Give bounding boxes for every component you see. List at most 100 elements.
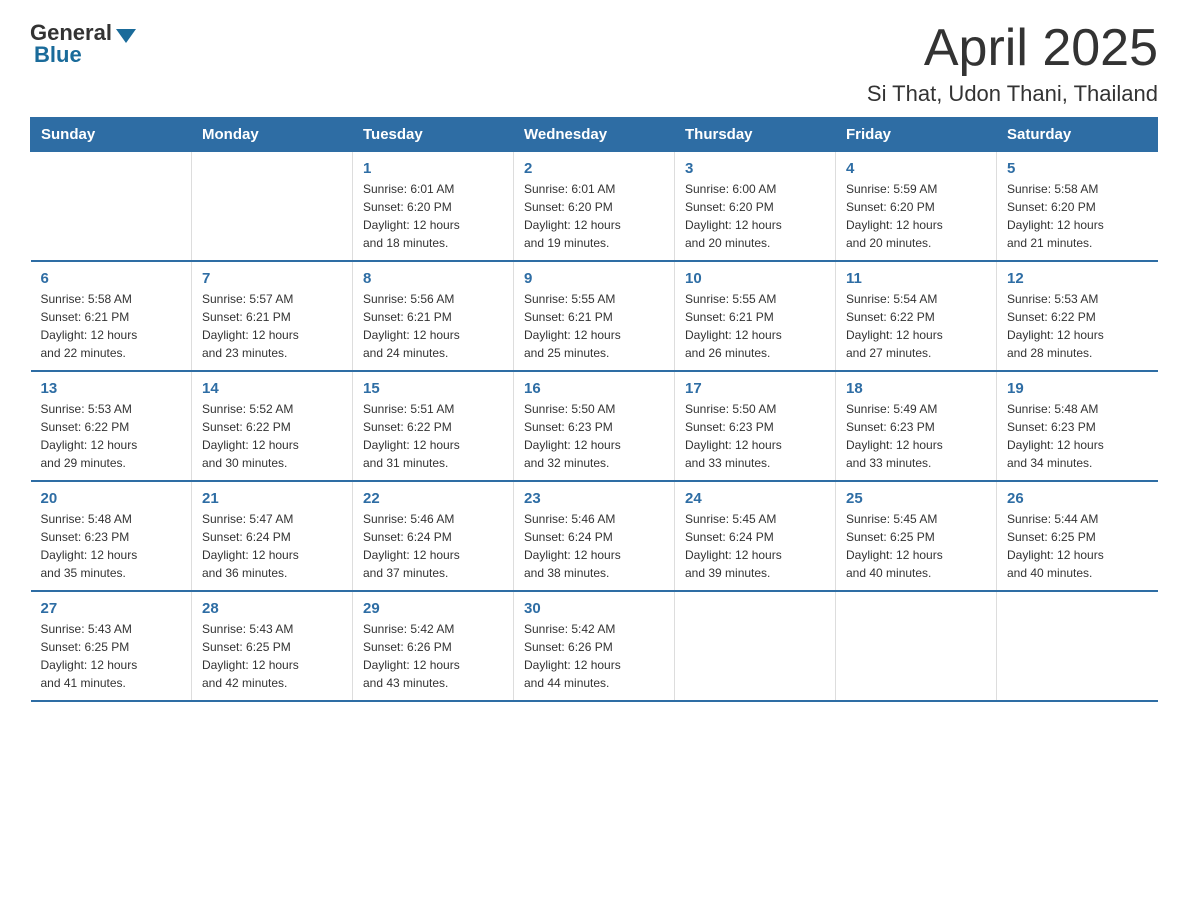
- day-number: 3: [685, 160, 825, 177]
- day-number: 1: [363, 160, 503, 177]
- calendar-cell: 21 Sunrise: 5:47 AM Sunset: 6:24 PM Dayli…: [192, 481, 353, 591]
- day-info: Sunrise: 5:53 AM Sunset: 6:22 PM Dayligh…: [41, 400, 182, 472]
- calendar-cell: 6 Sunrise: 5:58 AM Sunset: 6:21 PM Daylig…: [31, 261, 192, 371]
- calendar-cell: [836, 591, 997, 701]
- day-info: Sunrise: 5:56 AM Sunset: 6:21 PM Dayligh…: [363, 290, 503, 362]
- weekday-header-monday: Monday: [192, 118, 353, 152]
- calendar-cell: 24Sunrise: 5:45 AM Sunset: 6:24 PM Dayli…: [675, 481, 836, 591]
- day-number: 5: [1007, 160, 1148, 177]
- day-info: Sunrise: 5:45 AM Sunset: 6:24 PM Dayligh…: [685, 510, 825, 582]
- day-number: 9: [524, 270, 664, 287]
- week-row-1: 1 Sunrise: 6:01 AM Sunset: 6:20 PM Daylig…: [31, 152, 1158, 262]
- day-info: Sunrise: 5:55 AM Sunset: 6:21 PM Dayligh…: [685, 290, 825, 362]
- calendar-cell: 27 Sunrise: 5:43 AM Sunset: 6:25 PM Dayli…: [31, 591, 192, 701]
- day-info: Sunrise: 5:43 AM Sunset: 6:25 PM Dayligh…: [41, 620, 182, 692]
- day-info: Sunrise: 5:57 AM Sunset: 6:21 PM Dayligh…: [202, 290, 342, 362]
- weekday-header-row: SundayMondayTuesdayWednesdayThursdayFrid…: [31, 118, 1158, 152]
- day-number: 15: [363, 380, 503, 397]
- calendar-cell: [192, 152, 353, 262]
- day-info: Sunrise: 5:58 AM Sunset: 6:20 PM Dayligh…: [1007, 180, 1148, 252]
- calendar-header: SundayMondayTuesdayWednesdayThursdayFrid…: [31, 118, 1158, 152]
- calendar-cell: 11 Sunrise: 5:54 AM Sunset: 6:22 PM Dayli…: [836, 261, 997, 371]
- day-info: Sunrise: 5:53 AM Sunset: 6:22 PM Dayligh…: [1007, 290, 1148, 362]
- day-number: 11: [846, 270, 986, 287]
- day-number: 2: [524, 160, 664, 177]
- calendar-cell: 17Sunrise: 5:50 AM Sunset: 6:23 PM Dayli…: [675, 371, 836, 481]
- calendar-cell: 5 Sunrise: 5:58 AM Sunset: 6:20 PM Daylig…: [997, 152, 1158, 262]
- day-number: 30: [524, 600, 664, 617]
- day-info: Sunrise: 5:44 AM Sunset: 6:25 PM Dayligh…: [1007, 510, 1148, 582]
- day-info: Sunrise: 6:01 AM Sunset: 6:20 PM Dayligh…: [363, 180, 503, 252]
- day-number: 27: [41, 600, 182, 617]
- day-info: Sunrise: 5:50 AM Sunset: 6:23 PM Dayligh…: [685, 400, 825, 472]
- calendar-cell: 13Sunrise: 5:53 AM Sunset: 6:22 PM Dayli…: [31, 371, 192, 481]
- day-info: Sunrise: 5:47 AM Sunset: 6:24 PM Dayligh…: [202, 510, 342, 582]
- day-number: 19: [1007, 380, 1148, 397]
- calendar-cell: 25 Sunrise: 5:45 AM Sunset: 6:25 PM Dayli…: [836, 481, 997, 591]
- logo-blue-text: Blue: [30, 42, 82, 68]
- calendar-cell: 7 Sunrise: 5:57 AM Sunset: 6:21 PM Daylig…: [192, 261, 353, 371]
- calendar-cell: [675, 591, 836, 701]
- title-area: April 2025 Si That, Udon Thani, Thailand: [867, 20, 1158, 107]
- calendar-cell: 1 Sunrise: 6:01 AM Sunset: 6:20 PM Daylig…: [353, 152, 514, 262]
- day-info: Sunrise: 6:00 AM Sunset: 6:20 PM Dayligh…: [685, 180, 825, 252]
- calendar-cell: 14Sunrise: 5:52 AM Sunset: 6:22 PM Dayli…: [192, 371, 353, 481]
- week-row-3: 13Sunrise: 5:53 AM Sunset: 6:22 PM Dayli…: [31, 371, 1158, 481]
- day-info: Sunrise: 5:50 AM Sunset: 6:23 PM Dayligh…: [524, 400, 664, 472]
- calendar-cell: 15 Sunrise: 5:51 AM Sunset: 6:22 PM Dayli…: [353, 371, 514, 481]
- calendar-cell: 16 Sunrise: 5:50 AM Sunset: 6:23 PM Dayli…: [514, 371, 675, 481]
- day-number: 21: [202, 490, 342, 507]
- day-info: Sunrise: 5:42 AM Sunset: 6:26 PM Dayligh…: [363, 620, 503, 692]
- calendar-cell: 18 Sunrise: 5:49 AM Sunset: 6:23 PM Dayli…: [836, 371, 997, 481]
- calendar-cell: 12 Sunrise: 5:53 AM Sunset: 6:22 PM Dayli…: [997, 261, 1158, 371]
- day-number: 8: [363, 270, 503, 287]
- calendar-cell: 3 Sunrise: 6:00 AM Sunset: 6:20 PM Daylig…: [675, 152, 836, 262]
- day-info: Sunrise: 5:55 AM Sunset: 6:21 PM Dayligh…: [524, 290, 664, 362]
- logo: General Blue: [30, 20, 136, 68]
- calendar-table: SundayMondayTuesdayWednesdayThursdayFrid…: [30, 117, 1158, 702]
- calendar-cell: 22Sunrise: 5:46 AM Sunset: 6:24 PM Dayli…: [353, 481, 514, 591]
- day-number: 6: [41, 270, 182, 287]
- day-number: 29: [363, 600, 503, 617]
- day-info: Sunrise: 5:43 AM Sunset: 6:25 PM Dayligh…: [202, 620, 342, 692]
- day-number: 23: [524, 490, 664, 507]
- day-number: 20: [41, 490, 182, 507]
- day-number: 18: [846, 380, 986, 397]
- day-info: Sunrise: 5:46 AM Sunset: 6:24 PM Dayligh…: [524, 510, 664, 582]
- day-number: 7: [202, 270, 342, 287]
- day-number: 4: [846, 160, 986, 177]
- day-info: Sunrise: 5:48 AM Sunset: 6:23 PM Dayligh…: [1007, 400, 1148, 472]
- day-number: 16: [524, 380, 664, 397]
- weekday-header-sunday: Sunday: [31, 118, 192, 152]
- calendar-cell: 10Sunrise: 5:55 AM Sunset: 6:21 PM Dayli…: [675, 261, 836, 371]
- day-info: Sunrise: 5:49 AM Sunset: 6:23 PM Dayligh…: [846, 400, 986, 472]
- week-row-5: 27 Sunrise: 5:43 AM Sunset: 6:25 PM Dayli…: [31, 591, 1158, 701]
- calendar-cell: 8 Sunrise: 5:56 AM Sunset: 6:21 PM Daylig…: [353, 261, 514, 371]
- logo-arrow-icon: [116, 29, 136, 43]
- day-info: Sunrise: 5:58 AM Sunset: 6:21 PM Dayligh…: [41, 290, 182, 362]
- calendar-cell: 23 Sunrise: 5:46 AM Sunset: 6:24 PM Dayli…: [514, 481, 675, 591]
- day-number: 12: [1007, 270, 1148, 287]
- month-title: April 2025: [867, 20, 1158, 77]
- page-header: General Blue April 2025 Si That, Udon Th…: [30, 20, 1158, 107]
- day-info: Sunrise: 5:45 AM Sunset: 6:25 PM Dayligh…: [846, 510, 986, 582]
- calendar-cell: 20Sunrise: 5:48 AM Sunset: 6:23 PM Dayli…: [31, 481, 192, 591]
- calendar-cell: 19 Sunrise: 5:48 AM Sunset: 6:23 PM Dayli…: [997, 371, 1158, 481]
- day-number: 14: [202, 380, 342, 397]
- day-info: Sunrise: 5:42 AM Sunset: 6:26 PM Dayligh…: [524, 620, 664, 692]
- day-info: Sunrise: 5:51 AM Sunset: 6:22 PM Dayligh…: [363, 400, 503, 472]
- calendar-cell: 9 Sunrise: 5:55 AM Sunset: 6:21 PM Daylig…: [514, 261, 675, 371]
- day-info: Sunrise: 5:54 AM Sunset: 6:22 PM Dayligh…: [846, 290, 986, 362]
- calendar-cell: 29 Sunrise: 5:42 AM Sunset: 6:26 PM Dayli…: [353, 591, 514, 701]
- calendar-cell: [31, 152, 192, 262]
- day-number: 25: [846, 490, 986, 507]
- calendar-cell: 26 Sunrise: 5:44 AM Sunset: 6:25 PM Dayli…: [997, 481, 1158, 591]
- weekday-header-friday: Friday: [836, 118, 997, 152]
- weekday-header-wednesday: Wednesday: [514, 118, 675, 152]
- calendar-cell: 30 Sunrise: 5:42 AM Sunset: 6:26 PM Dayli…: [514, 591, 675, 701]
- day-number: 26: [1007, 490, 1148, 507]
- calendar-cell: 28Sunrise: 5:43 AM Sunset: 6:25 PM Dayli…: [192, 591, 353, 701]
- calendar-cell: [997, 591, 1158, 701]
- location-title: Si That, Udon Thani, Thailand: [867, 81, 1158, 107]
- week-row-2: 6 Sunrise: 5:58 AM Sunset: 6:21 PM Daylig…: [31, 261, 1158, 371]
